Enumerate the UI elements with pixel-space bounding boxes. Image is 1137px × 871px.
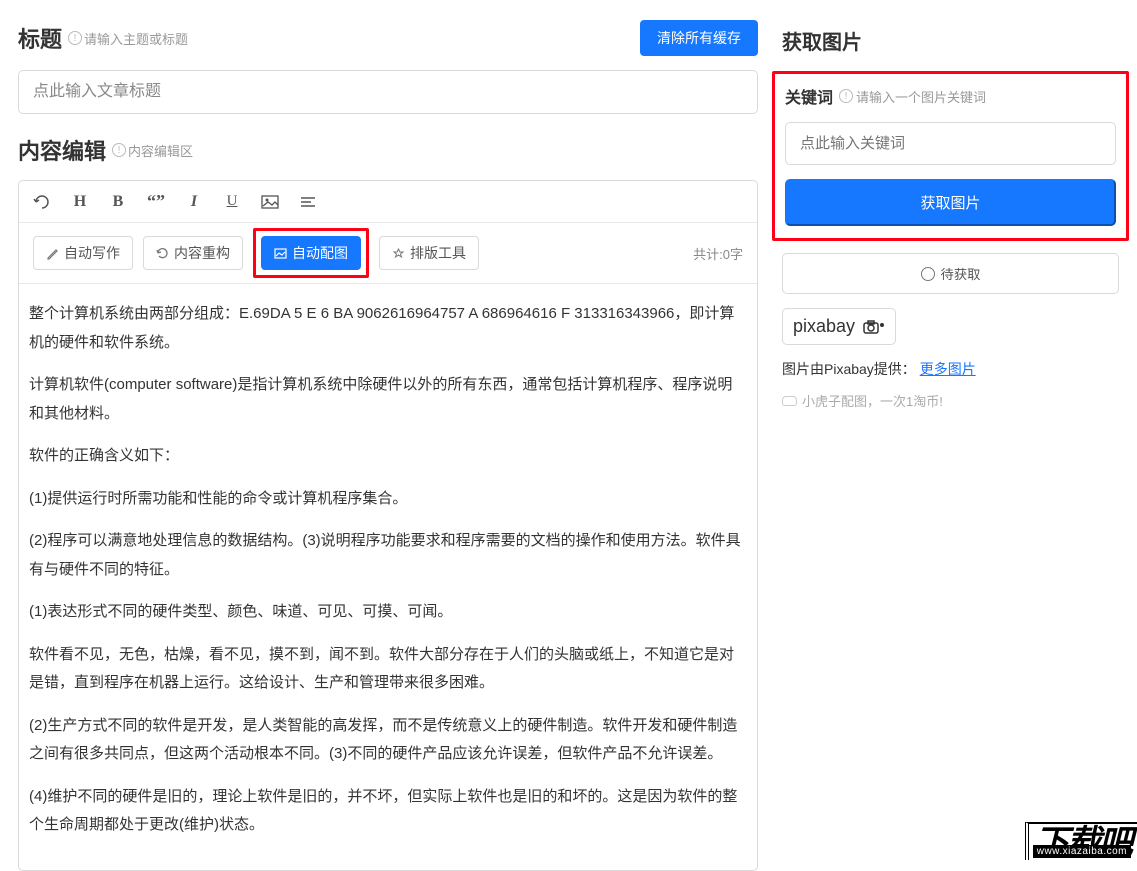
editor-header: 内容编辑 ! 内容编辑区 <box>18 134 758 166</box>
pending-button[interactable]: 待获取 <box>782 253 1119 294</box>
title-label: 标题 <box>18 22 62 54</box>
watermark-url: www.xiazaiba.com <box>1033 845 1131 858</box>
keyword-input[interactable] <box>785 122 1116 165</box>
refresh-icon <box>156 247 169 260</box>
action-toolbar: 自动写作 内容重构 自动配图 排版工具 共计:0字 <box>19 223 757 284</box>
word-count: 共计:0字 <box>693 244 743 263</box>
heading-icon[interactable]: H <box>71 193 89 211</box>
paragraph: (2)程序可以满意地处理信息的数据结构。(3)说明程序功能要求和程序需要的文档的… <box>29 527 747 584</box>
clear-cache-button[interactable]: 清除所有缓存 <box>640 20 758 56</box>
undo-icon[interactable] <box>33 194 51 210</box>
paragraph: 计算机软件(computer software)是指计算机系统中除硬件以外的所有… <box>29 371 747 428</box>
paragraph: 软件看不见，无色，枯燥，看不见，摸不到，闻不到。软件大部分存在于人们的头脑或纸上… <box>29 641 747 698</box>
info-icon: ! <box>112 143 126 157</box>
footer-text: 小虎子配图，一次1淘币! <box>802 391 943 410</box>
keyword-row: 关键词 ! 请输入一个图片关键词 <box>785 84 1116 108</box>
more-images-link[interactable]: 更多图片 <box>920 361 976 377</box>
editor-box: H B “” I U 自动写作 内容重构 <box>18 180 758 871</box>
image-icon[interactable] <box>261 194 279 210</box>
underline-icon[interactable]: U <box>223 193 241 210</box>
content-area[interactable]: 整个计算机系统由两部分组成：E.69DA 5 E 6 BA 9062616964… <box>19 284 757 870</box>
editor-label: 内容编辑 <box>18 134 106 166</box>
layout-tool-button[interactable]: 排版工具 <box>379 236 479 270</box>
auto-image-label: 自动配图 <box>292 243 348 263</box>
keyword-hint: ! 请输入一个图片关键词 <box>839 87 986 106</box>
restructure-button[interactable]: 内容重构 <box>143 236 243 270</box>
paragraph: (1)表达形式不同的硬件类型、颜色、味道、可见、可摸、可闻。 <box>29 598 747 627</box>
paragraph: 软件的正确含义如下： <box>29 442 747 471</box>
pending-label: 待获取 <box>941 264 981 283</box>
paragraph: 整个计算机系统由两部分组成：E.69DA 5 E 6 BA 9062616964… <box>29 300 747 357</box>
paragraph: (1)提供运行时所需功能和性能的命令或计算机程序集合。 <box>29 485 747 514</box>
keyword-highlight-box: 关键词 ! 请输入一个图片关键词 获取图片 <box>772 71 1129 241</box>
tool-icon <box>392 247 405 260</box>
side-column: 获取图片 关键词 ! 请输入一个图片关键词 获取图片 待获取 pixabay 图 <box>782 20 1119 871</box>
bold-icon[interactable]: B <box>109 193 127 211</box>
restructure-label: 内容重构 <box>174 243 230 263</box>
pixabay-text: pixabay <box>793 316 855 337</box>
picture-icon <box>274 247 287 260</box>
editor-hint-text: 内容编辑区 <box>128 141 193 160</box>
credit-prefix: 图片由Pixabay提供： <box>782 361 916 377</box>
main-column: 标题 ! 请输入主题或标题 清除所有缓存 内容编辑 ! 内容编辑区 H B <box>18 20 758 871</box>
title-hint: ! 请输入主题或标题 <box>68 29 188 48</box>
auto-image-button[interactable]: 自动配图 <box>261 236 361 270</box>
auto-write-button[interactable]: 自动写作 <box>33 236 133 270</box>
circle-icon <box>921 267 935 281</box>
layout-tool-label: 排版工具 <box>410 243 466 263</box>
title-header: 标题 ! 请输入主题或标题 清除所有缓存 <box>18 20 758 56</box>
auto-write-label: 自动写作 <box>64 243 120 263</box>
credit-row: 图片由Pixabay提供： 更多图片 <box>782 359 1119 379</box>
highlight-box: 自动配图 <box>253 228 369 278</box>
cloud-icon <box>782 396 797 406</box>
title-hint-text: 请输入主题或标题 <box>84 29 188 48</box>
info-icon: ! <box>68 31 82 45</box>
info-icon: ! <box>839 89 853 103</box>
article-title-input[interactable] <box>18 70 758 114</box>
editor-hint: ! 内容编辑区 <box>112 141 193 160</box>
pencil-icon <box>46 247 59 260</box>
fetch-image-button[interactable]: 获取图片 <box>785 179 1116 226</box>
keyword-label: 关键词 <box>785 84 833 108</box>
format-toolbar: H B “” I U <box>19 181 757 223</box>
quote-icon[interactable]: “” <box>147 191 165 212</box>
camera-icon <box>863 320 885 334</box>
italic-icon[interactable]: I <box>185 193 203 211</box>
keyword-hint-text: 请输入一个图片关键词 <box>856 87 986 106</box>
footer-note: 小虎子配图，一次1淘币! <box>782 391 1119 410</box>
paragraph: (2)生产方式不同的软件是开发，是人类智能的高发挥，而不是传统意义上的硬件制造。… <box>29 712 747 769</box>
paragraph: (4)维护不同的硬件是旧的，理论上软件是旧的，并不坏，但实际上软件也是旧的和坏的… <box>29 783 747 840</box>
pixabay-badge: pixabay <box>782 308 896 345</box>
align-icon[interactable] <box>299 194 317 210</box>
side-title: 获取图片 <box>782 26 1119 55</box>
